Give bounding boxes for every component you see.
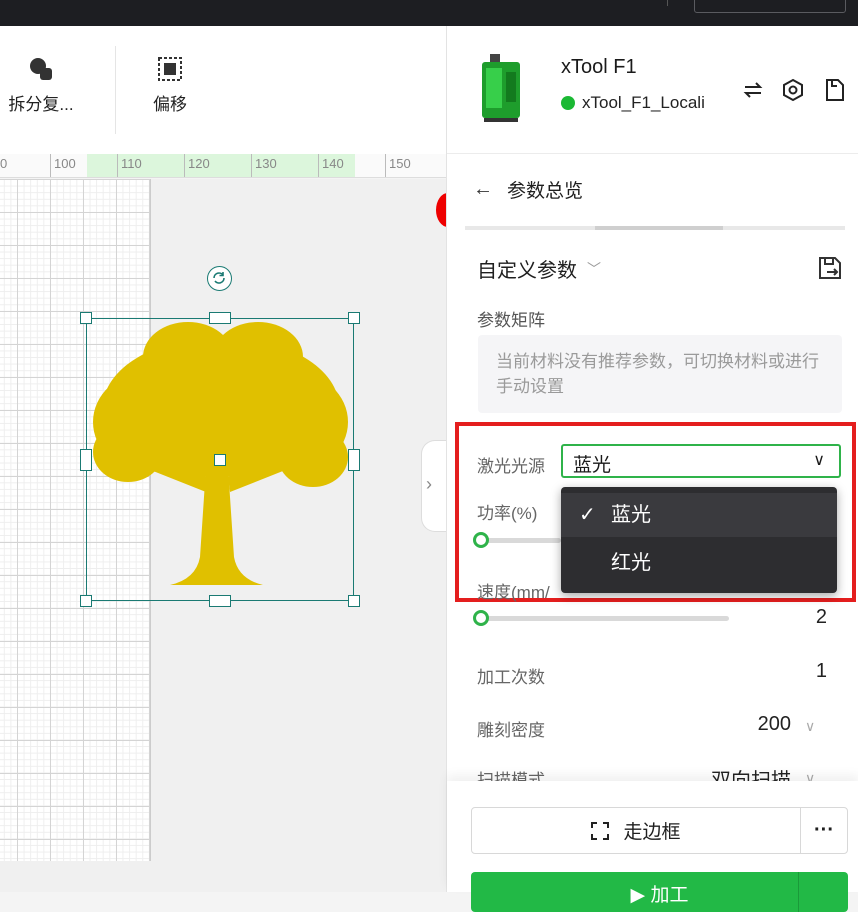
ruler-tick-label: 140 (322, 156, 344, 171)
device-image (482, 54, 520, 122)
toolbar-divider (115, 46, 116, 134)
title-bar-divider (667, 0, 668, 6)
document-icon[interactable] (823, 78, 847, 102)
canvas-toolbar: 拆分复... 偏移 (0, 26, 446, 154)
ruler-tick (50, 154, 51, 177)
passes-label: 加工次数 (477, 668, 545, 687)
speed-slider-knob[interactable] (473, 610, 489, 626)
param-matrix-label: 参数矩阵 (477, 311, 545, 330)
save-params-icon[interactable] (817, 255, 843, 281)
device-name: xTool F1 (561, 56, 637, 78)
density-label: 雕刻密度 (477, 721, 545, 740)
center-handle[interactable] (214, 454, 226, 466)
speed-label: 速度(mm/ (477, 583, 550, 602)
split-copy-label: 拆分复... (8, 95, 74, 114)
frame-button-label: 走边框 (623, 822, 681, 843)
ruler-tick-label: 150 (389, 156, 411, 171)
dropdown-option-red[interactable]: 红光 (561, 541, 837, 585)
ruler-tick-label: 0 (0, 156, 8, 171)
offset-label: 偏移 (153, 95, 187, 114)
speed-slider-track[interactable] (481, 616, 729, 621)
ruler-tick-label: 130 (255, 156, 277, 171)
rotate-icon (213, 272, 225, 284)
title-bar (0, 0, 858, 26)
dropdown-option-blue[interactable]: ✓ 蓝光 (561, 493, 837, 537)
process-button-label: 加工 (650, 885, 689, 906)
custom-params-select[interactable]: 自定义参数 ﹀ (477, 254, 601, 283)
play-icon: ▶ (630, 885, 651, 906)
frame-button[interactable]: 走边框 (471, 807, 801, 854)
tab-scroll-thumb[interactable] (595, 226, 723, 230)
power-label: 功率(%) (477, 504, 538, 523)
ruler-tick (184, 154, 185, 177)
frame-icon (591, 821, 610, 840)
panel-collapse-tab[interactable]: › (421, 440, 446, 532)
param-matrix-hint: 当前材料没有推荐参数，可切换材料或进行手动设置 (478, 335, 842, 413)
ruler-tick (385, 154, 386, 177)
offset-icon (158, 57, 182, 81)
laser-source-dropdown: ✓ 蓝光 红光 (561, 487, 837, 593)
ruler-tick-label: 110 (121, 156, 142, 171)
chevron-down-icon: ∨ (813, 452, 825, 469)
param-overview-title: 参数总览 (507, 181, 584, 202)
resize-handle-br[interactable] (348, 595, 360, 607)
dropdown-option-label: 蓝光 (611, 504, 651, 526)
laser-source-value: 蓝光 (573, 455, 612, 476)
speed-value[interactable]: 2 (747, 606, 827, 629)
chevron-down-icon: ﹀ (587, 260, 601, 277)
resize-handle-left[interactable] (80, 449, 92, 471)
power-slider-knob[interactable] (473, 532, 489, 548)
custom-params-label: 自定义参数 (477, 260, 577, 282)
density-value[interactable]: 200 (709, 713, 791, 736)
more-button[interactable]: ··· (800, 807, 848, 854)
back-arrow-icon[interactable]: ← (473, 178, 493, 201)
settings-icon[interactable] (781, 78, 805, 102)
split-copy-tool[interactable]: 拆分复... (6, 56, 76, 115)
process-button-divider (798, 872, 799, 912)
horizontal-ruler: 0 100 110 120 130 140 150 (0, 154, 446, 178)
laser-source-select[interactable]: 蓝光 ∨ (561, 444, 841, 478)
ruler-tick (117, 154, 118, 177)
more-icon: ··· (814, 819, 834, 841)
design-canvas[interactable]: › (0, 179, 446, 892)
ruler-tick (318, 154, 319, 177)
ruler-tick-label: 100 (54, 156, 76, 171)
rotate-handle[interactable] (207, 266, 232, 291)
swap-icon[interactable] (741, 78, 765, 102)
resize-handle-top[interactable] (209, 312, 231, 324)
split-icon (30, 58, 52, 80)
connected-status-icon (561, 96, 575, 110)
resize-handle-tl[interactable] (80, 312, 92, 324)
panel-divider (447, 153, 858, 154)
ruler-tick-label: 120 (188, 156, 210, 171)
resize-handle-tr[interactable] (348, 312, 360, 324)
chevron-down-icon[interactable]: ∨ (805, 718, 815, 735)
notification-dot[interactable] (436, 193, 446, 227)
resize-handle-bottom[interactable] (209, 595, 231, 607)
check-icon: ✓ (579, 504, 596, 526)
ruler-tick (251, 154, 252, 177)
dropdown-option-label: 红光 (611, 552, 651, 574)
resize-handle-bl[interactable] (80, 595, 92, 607)
process-button[interactable]: ▶ 加工 (471, 872, 848, 912)
title-bar-control[interactable] (694, 0, 846, 13)
laser-source-label: 激光光源 (477, 457, 545, 476)
connection-name: xTool_F1_Locali (582, 93, 705, 112)
chevron-right-icon: › (426, 474, 432, 494)
passes-value[interactable]: 1 (747, 660, 827, 683)
offset-tool[interactable]: 偏移 (150, 56, 190, 115)
device-connection: xTool_F1_Locali (561, 93, 705, 113)
resize-handle-right[interactable] (348, 449, 360, 471)
settings-panel: xTool F1 xTool_F1_Locali ← 参数总览 自定义参数 ﹀ … (446, 26, 858, 912)
power-slider-track[interactable] (481, 538, 561, 543)
param-overview-header[interactable]: ← 参数总览 (473, 176, 583, 203)
